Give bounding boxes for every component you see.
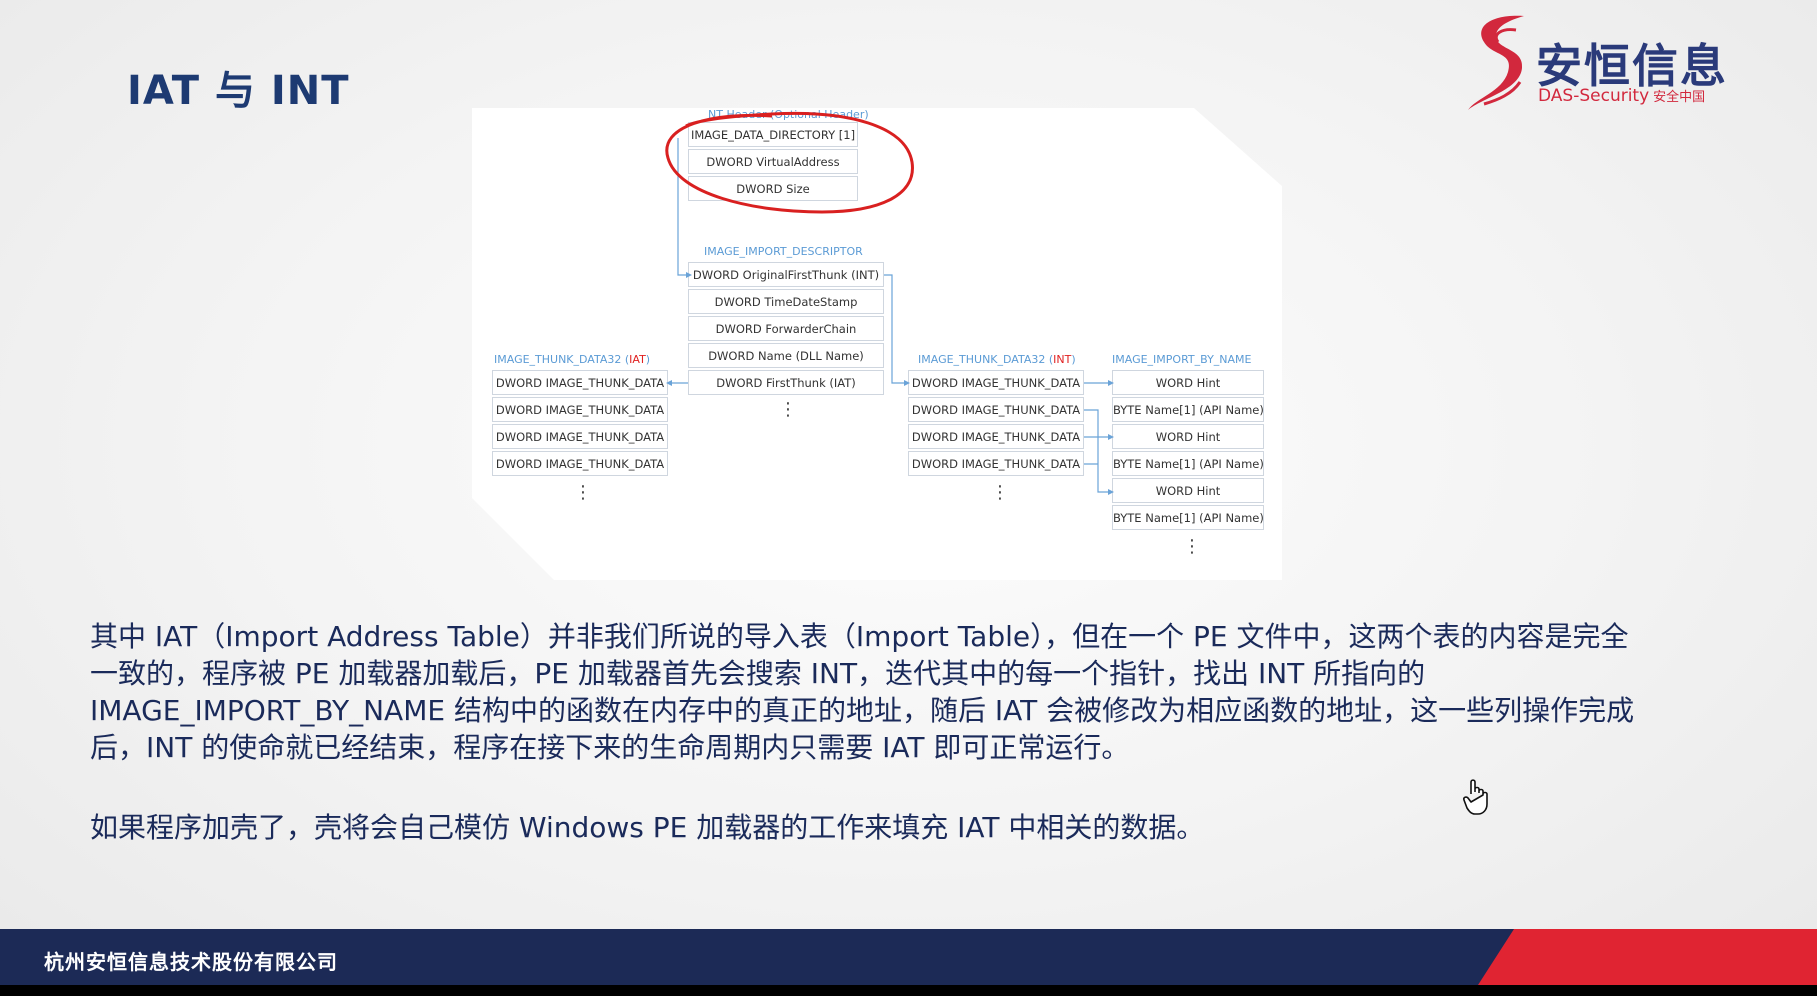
- logo-swirl-icon: [1468, 15, 1524, 111]
- iat-thunk-row: DWORD IMAGE_THUNK_DATA: [492, 397, 668, 422]
- nt-header-label: NT Header (Optional Header): [708, 108, 869, 121]
- by-name-row: BYTE Name[1] (API Name): [1112, 451, 1264, 476]
- descriptor-row: DWORD ForwarderChain: [688, 316, 884, 341]
- int-ellipsis: ⋮: [991, 482, 1009, 503]
- logo-en-name: DAS-Security: [1538, 86, 1650, 106]
- nt-header-row: IMAGE_DATA_DIRECTORY [1]: [688, 122, 858, 147]
- slide-title: IAT 与 INT: [127, 68, 350, 114]
- body-paragraph-1: 其中 IAT（Import Address Table）并非我们所说的导入表（I…: [90, 620, 1635, 764]
- descriptor-row: DWORD Name (DLL Name): [688, 343, 884, 368]
- iat-thunk-row: DWORD IMAGE_THUNK_DATA: [492, 424, 668, 449]
- by-name-row: BYTE Name[1] (API Name): [1112, 397, 1264, 422]
- iat-thunk-row: DWORD IMAGE_THUNK_DATA: [492, 370, 668, 395]
- by-name-label: IMAGE_IMPORT_BY_NAME: [1112, 353, 1252, 366]
- by-name-ellipsis: ⋮: [1183, 536, 1201, 557]
- nt-header-row: DWORD Size: [688, 176, 858, 201]
- body-paragraph-2: 如果程序加壳了，壳将会自己模仿 Windows PE 加载器的工作来填充 IAT…: [90, 811, 1205, 844]
- int-thunk-row: DWORD IMAGE_THUNK_DATA: [908, 424, 1084, 449]
- slide: IAT 与 INT 安恒信息 DAS-Security 安全中国 NT Heade…: [0, 0, 1817, 985]
- by-name-row: BYTE Name[1] (API Name): [1112, 505, 1264, 530]
- int-thunk-row: DWORD IMAGE_THUNK_DATA: [908, 370, 1084, 395]
- footer-company-name: 杭州安恒信息技术股份有限公司: [44, 950, 338, 974]
- nt-header-row: DWORD VirtualAddress: [688, 149, 858, 174]
- descriptor-row: DWORD FirstThunk (IAT): [688, 370, 884, 395]
- import-structure-diagram: NT Header (Optional Header) IMAGE_DATA_D…: [472, 108, 1282, 580]
- logo-en-line: DAS-Security 安全中国: [1538, 86, 1705, 106]
- iat-ellipsis: ⋮: [574, 482, 592, 503]
- footer-accent: [1478, 929, 1817, 985]
- by-name-row: WORD Hint: [1112, 370, 1264, 395]
- descriptor-label: IMAGE_IMPORT_DESCRIPTOR: [704, 245, 863, 258]
- by-name-row: WORD Hint: [1112, 478, 1264, 503]
- iat-thunk-label: IMAGE_THUNK_DATA32 (IAT): [494, 353, 651, 366]
- company-logo: 安恒信息 DAS-Security 安全中国: [1462, 12, 1726, 112]
- descriptor-ellipsis: ⋮: [779, 399, 797, 420]
- by-name-row: WORD Hint: [1112, 424, 1264, 449]
- iat-thunk-row: DWORD IMAGE_THUNK_DATA: [492, 451, 668, 476]
- int-thunk-label: IMAGE_THUNK_DATA32 (INT): [918, 353, 1076, 366]
- descriptor-row: DWORD TimeDateStamp: [688, 289, 884, 314]
- hand-pointer-icon: [1463, 779, 1488, 815]
- int-thunk-row: DWORD IMAGE_THUNK_DATA: [908, 451, 1084, 476]
- descriptor-row: DWORD OriginalFirstThunk (INT): [688, 262, 884, 287]
- int-thunk-row: DWORD IMAGE_THUNK_DATA: [908, 397, 1084, 422]
- logo-cn-tagline: 安全中国: [1653, 90, 1706, 105]
